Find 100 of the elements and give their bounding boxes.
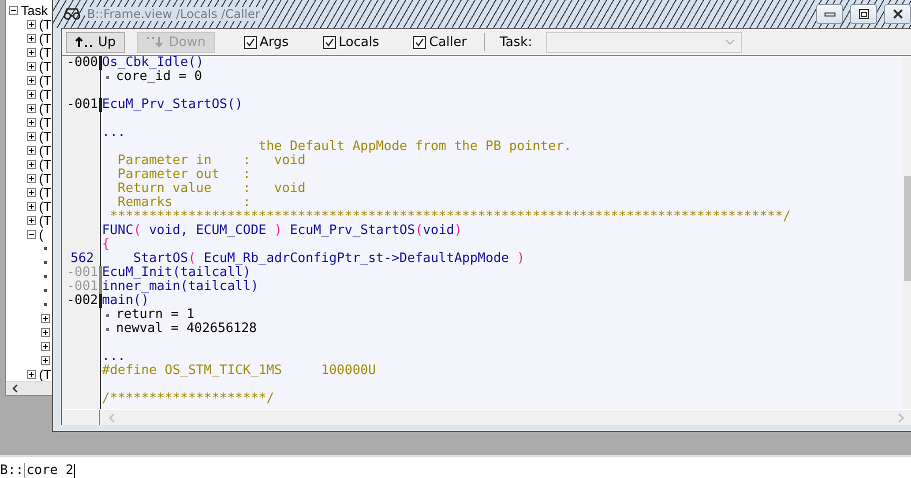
expand-icon[interactable] (41, 328, 50, 336)
frame-level: -001 (66, 98, 98, 112)
expand-icon[interactable] (27, 34, 36, 42)
local-variable: return = 1 (116, 308, 194, 322)
tree-item[interactable]: (T (39, 16, 52, 32)
expand-icon[interactable] (27, 216, 36, 224)
code-line: { (102, 238, 110, 252)
expand-icon[interactable] (41, 356, 50, 364)
line-number: 562 (70, 252, 95, 266)
checkbox-label: Caller (429, 34, 467, 50)
expand-icon[interactable] (27, 104, 36, 112)
call-frame[interactable]: inner_main(tailcall) (102, 280, 259, 294)
command-field[interactable]: core 2 (25, 463, 911, 478)
local-variable: newval = 402656128 (116, 322, 257, 336)
tree-leaf-icon (44, 274, 47, 278)
checkbox[interactable] (322, 36, 336, 48)
close-icon (892, 8, 904, 20)
expand-icon[interactable] (27, 174, 36, 182)
code-line: ... (102, 126, 126, 140)
task-label: Task: (500, 34, 532, 50)
tree-leaf-icon (44, 246, 47, 250)
frame-level: -000 (66, 56, 98, 70)
expand-icon[interactable] (27, 146, 36, 154)
bullet-icon (106, 76, 109, 78)
local-variable: core_id = 0 (116, 70, 202, 84)
code-line: the Default AppMode from the PB pointer. (258, 140, 572, 154)
expand-icon[interactable] (27, 132, 36, 140)
code-line: Return value : void (116, 182, 306, 196)
call-frame[interactable]: EcuM_Prv_StartOS() (102, 98, 243, 112)
tree-item[interactable]: (T (39, 114, 52, 130)
window-title: B::Frame.view /Locals /Caller (85, 7, 262, 21)
tree-item[interactable]: (T (39, 86, 52, 102)
maximize-icon (858, 8, 870, 20)
collapse-icon[interactable] (27, 230, 36, 238)
tree-leaf-icon (44, 260, 47, 264)
tree-item[interactable]: (T (39, 44, 52, 60)
maximize-button[interactable] (850, 4, 877, 24)
code-line: **************************************************************************************/ (108, 210, 791, 224)
frame-level: -001 (66, 266, 98, 280)
expand-icon[interactable] (27, 118, 36, 126)
scrollbar-thumb[interactable] (904, 176, 911, 281)
checkbox-label: Args (260, 34, 289, 50)
expand-icon[interactable] (27, 76, 36, 84)
tree-item[interactable]: (T (39, 58, 52, 74)
checkmark-icon (415, 38, 424, 46)
expand-icon[interactable] (27, 90, 36, 98)
frame-marker (99, 98, 102, 112)
tree-item[interactable]: (T (39, 100, 52, 116)
scroll-right-icon (897, 412, 905, 422)
checkmark-icon (324, 38, 334, 46)
expand-icon[interactable] (27, 48, 36, 56)
tree-item[interactable]: (T (39, 184, 52, 200)
tree-item[interactable]: (T (39, 72, 52, 88)
code-line: Remarks : (116, 196, 251, 210)
checkbox-label: Locals (338, 34, 380, 50)
minimize-button[interactable] (816, 4, 843, 24)
expand-icon[interactable] (41, 342, 50, 350)
step-up-icon (75, 36, 95, 48)
bullet-icon (106, 328, 109, 330)
expand-icon[interactable] (27, 188, 36, 196)
tree-item[interactable]: (T (39, 30, 52, 46)
checkbox[interactable] (244, 36, 257, 48)
expand-icon[interactable] (41, 314, 50, 322)
checkmark-icon (246, 38, 255, 46)
tree-item[interactable]: (T (39, 366, 52, 382)
tree-item[interactable]: (T (39, 156, 52, 172)
expand-icon[interactable] (27, 62, 36, 70)
expand-icon[interactable] (27, 20, 36, 28)
checkbox[interactable] (413, 36, 426, 48)
frame-level: -001 (66, 280, 98, 294)
tree-item[interactable]: (T (39, 170, 52, 186)
expand-icon[interactable] (27, 160, 36, 168)
tree-item[interactable]: (T (39, 128, 52, 144)
code-line: Parameter out : (116, 168, 251, 182)
tree-item[interactable]: (T (39, 212, 52, 228)
code-line: #define OS_STM_TICK_1MS 100000U (102, 364, 376, 378)
tree-item[interactable]: (T (39, 142, 52, 158)
code-line: Parameter in : void (116, 154, 306, 168)
collapse-icon[interactable] (9, 6, 18, 14)
frame-level: -002 (66, 294, 98, 308)
expand-icon[interactable] (27, 370, 36, 378)
tree-leaf-icon (44, 302, 47, 306)
code-line: ... (102, 350, 126, 364)
chevron-down-icon (725, 39, 736, 45)
scroll-left-icon (12, 384, 18, 393)
tree-item[interactable]: Task (21, 2, 48, 18)
tree-leaf-icon (44, 288, 47, 292)
up-button[interactable]: Up (66, 32, 125, 52)
command-prompt: B:: (0, 463, 26, 478)
glasses-icon (63, 8, 81, 20)
call-frame[interactable]: main() (102, 294, 149, 308)
tree-item[interactable]: (T (39, 198, 52, 214)
code-line: StartOS( EcuM_Rb_adrConfigPtr_st->DefaultAppMode ) (132, 252, 525, 266)
expand-icon[interactable] (27, 202, 36, 210)
call-frame[interactable]: EcuM_Init(tailcall) (102, 266, 251, 280)
bullet-icon (106, 314, 109, 316)
tree-item[interactable]: ( (39, 226, 44, 242)
scroll-left-icon (108, 412, 116, 422)
call-frame[interactable]: Os_Cbk_Idle() (102, 56, 204, 70)
close-button[interactable] (884, 4, 911, 24)
